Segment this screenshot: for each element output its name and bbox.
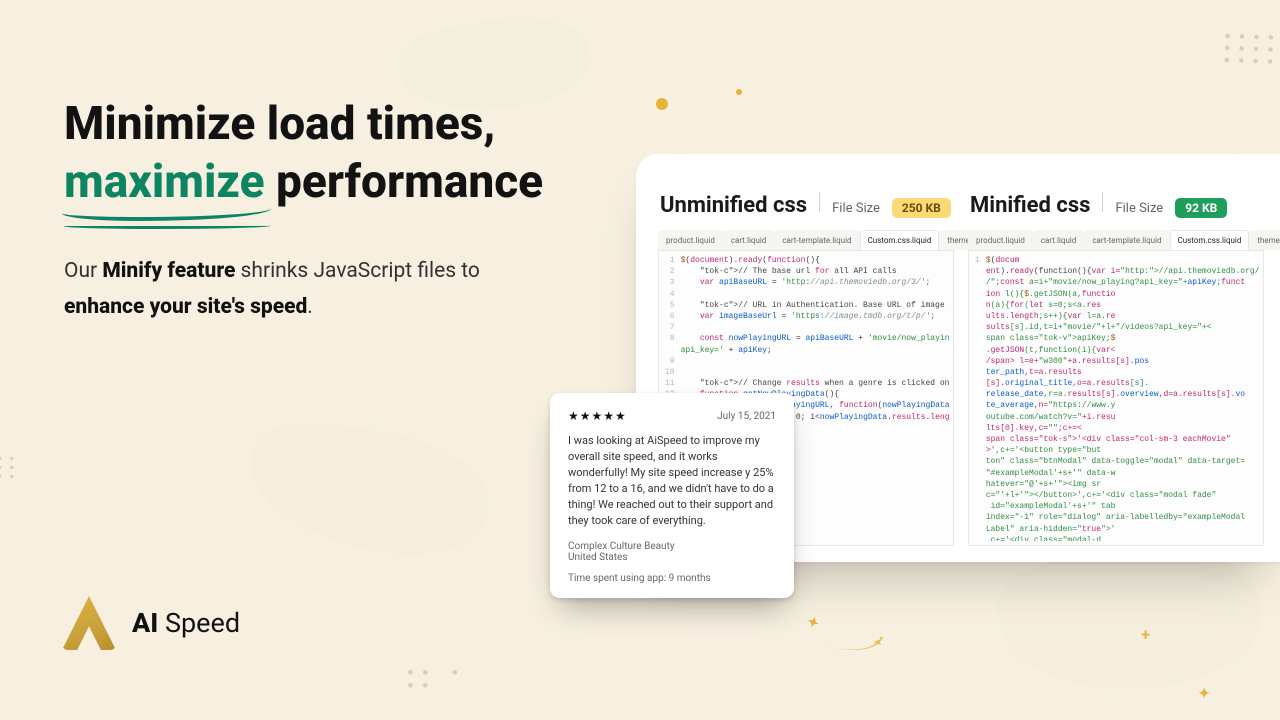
plus-decoration: + <box>1141 625 1150 644</box>
star-rating-icon: ★★★★★ <box>568 409 627 423</box>
code-tab[interactable]: cart.liquid <box>1033 230 1084 250</box>
file-size-label: File Size <box>1115 201 1163 216</box>
line-gutter: 1 <box>969 255 986 541</box>
code-tab[interactable]: Custom.css.liquid <box>1170 230 1250 250</box>
code-tab[interactable]: cart-template.liquid <box>1084 230 1169 250</box>
unminified-size-badge: 250 KB <box>892 198 951 218</box>
code-tab[interactable]: cart-template.liquid <box>774 230 859 250</box>
code-tab[interactable]: product.liquid <box>658 230 723 250</box>
minified-code-view: 1 $(docum ent).ready(function(){var i="h… <box>968 251 1264 546</box>
file-size-label: File Size <box>832 201 880 216</box>
brush-stroke-decoration <box>243 414 497 566</box>
review-time-spent: Time spent using app: 9 months <box>568 573 776 584</box>
code-tab[interactable]: product.liquid <box>968 230 1033 250</box>
dot-grid-decoration: ·· ··· <box>405 668 464 693</box>
sparkle-decoration: ✦ <box>1198 686 1210 702</box>
code-tab[interactable]: Custom.css.liquid <box>860 230 940 250</box>
code-tab[interactable]: cart.liquid <box>723 230 774 250</box>
review-date: July 15, 2021 <box>717 411 776 422</box>
review-author: Complex Culture Beauty <box>568 541 776 552</box>
unminified-title: Unminified css <box>660 193 807 218</box>
minified-title: Minified css <box>970 193 1090 218</box>
circle-decoration <box>656 98 668 110</box>
code-tab[interactable]: theme.liquid <box>1249 230 1280 250</box>
hero-heading: Minimize load times, maximize performanc… <box>64 96 543 211</box>
brand-lockup: AI Speed <box>62 596 240 650</box>
arrow-swoosh-decoration <box>817 617 883 664</box>
code-tabs-right: product.liquidcart.liquidcart-template.l… <box>968 230 1264 251</box>
circle-decoration <box>736 89 742 95</box>
minified-size-badge: 92 KB <box>1175 198 1227 218</box>
minified-column: Minified css File Size 92 KB product.liq… <box>968 192 1264 546</box>
hero-subtext: Our Minify feature shrinks JavaScript fi… <box>64 254 504 325</box>
brand-name: AI Speed <box>132 607 240 639</box>
brand-logo-icon <box>62 596 116 650</box>
sparkle-decoration: ✦ <box>805 614 821 633</box>
minified-source: $(docum ent).ready(function(){var i="htt… <box>986 255 1259 541</box>
review-text: I was looking at AiSpeed to improve my o… <box>568 433 776 529</box>
code-tabs-left: product.liquidcart.liquidcart-template.l… <box>658 230 954 251</box>
hero-line-1: Minimize load times, <box>64 97 495 151</box>
hero-highlight: maximize <box>64 154 265 212</box>
hero-rest: performance <box>276 155 543 209</box>
testimonial-card: ★★★★★ July 15, 2021 I was looking at AiS… <box>550 393 794 598</box>
dot-grid-decoration: ······ <box>0 455 20 482</box>
dot-grid-decoration: ············ <box>1222 31 1280 69</box>
review-country: United States <box>568 552 776 563</box>
